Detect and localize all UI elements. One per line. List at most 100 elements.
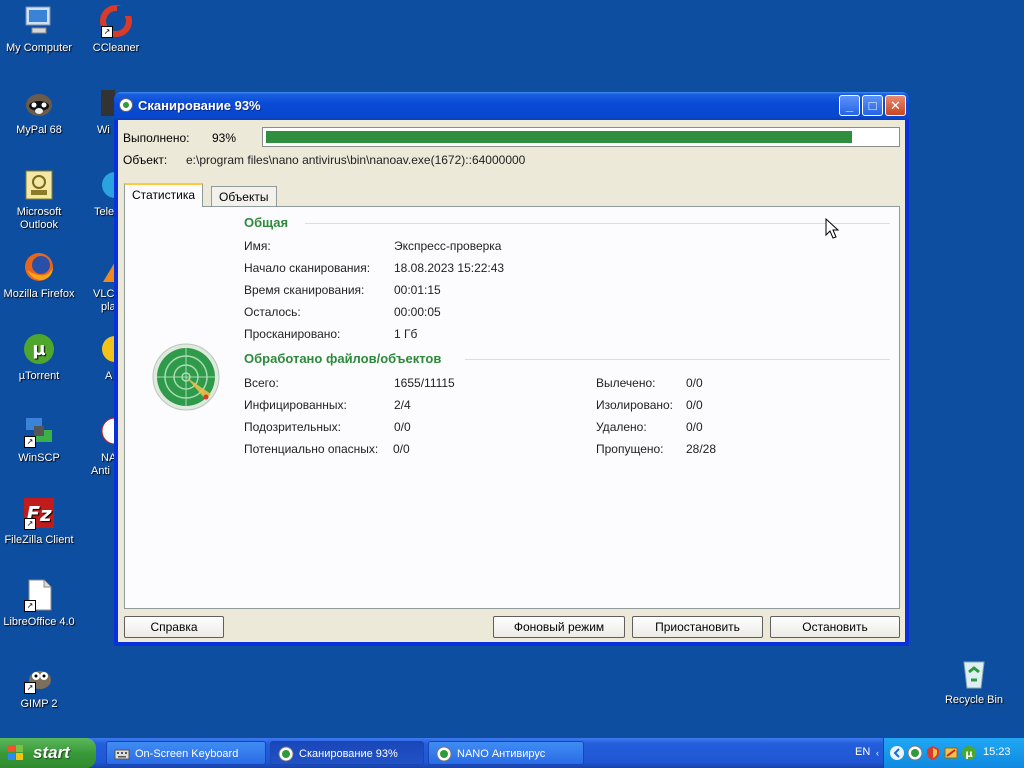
- recycle-bin-icon: [957, 656, 991, 690]
- processed-total-label: Всего:: [244, 376, 279, 390]
- section-divider: [465, 359, 890, 360]
- desktop-icon-partial-wi[interactable]: Wi: [89, 86, 115, 137]
- utorrent-icon: µ: [22, 332, 56, 366]
- taskbar: start On-Screen Keyboard Сканирование 93…: [0, 738, 1024, 768]
- desktop-icon-label: Wi: [97, 124, 110, 136]
- language-bar-arrow-icon[interactable]: ‹: [876, 748, 879, 758]
- tray-chevron-icon[interactable]: [889, 745, 905, 761]
- processed-suspicious-label: Подозрительных:: [244, 420, 341, 434]
- taskbar-item-label: On-Screen Keyboard: [135, 748, 239, 760]
- desktop-icon-ccleaner[interactable]: ↗ CCleaner: [77, 4, 155, 55]
- taskbar-item-nano[interactable]: NANO Антивирус: [428, 741, 584, 765]
- utorrent-tray-icon[interactable]: µ: [961, 745, 977, 761]
- desktop-icon-label: Anti: [91, 465, 110, 477]
- desktop-icon-utorrent[interactable]: µ µTorrent: [0, 332, 78, 383]
- tab-statistics[interactable]: Статистика: [124, 183, 204, 207]
- desktop-icon-partial-tele[interactable]: Tele: [89, 168, 115, 219]
- progress-label: Выполнено:: [123, 131, 190, 145]
- windows-logo-icon: [8, 745, 23, 760]
- progress-value: 93%: [212, 131, 237, 145]
- tab-objects[interactable]: Объекты: [211, 186, 277, 208]
- desktop-icon-filezilla[interactable]: Fz ↗ FileZilla Client: [0, 496, 78, 547]
- close-button[interactable]: ✕: [885, 95, 906, 116]
- desktop-icon-partial-a[interactable]: A: [89, 332, 115, 383]
- desktop-icon-outlook[interactable]: Microsoft Outlook: [0, 168, 78, 232]
- taskbar-item-osk[interactable]: On-Screen Keyboard: [106, 741, 266, 765]
- processed-potential-value: 0/0: [393, 442, 410, 456]
- desktop-icon-label: Tele: [94, 206, 115, 218]
- desktop-icon-partial-nano[interactable]: NA Anti: [89, 414, 115, 478]
- scan-window: Сканирование 93% _ □ ✕ Выполнено: 93% Об…: [114, 92, 909, 646]
- processed-infected-label: Инфицированных:: [244, 398, 347, 412]
- general-name-value: Экспресс-проверка: [394, 239, 502, 253]
- desktop-icon-winscp[interactable]: ↗ WinSCP: [0, 414, 78, 465]
- desktop-icon-mypal[interactable]: MyPal 68: [0, 86, 78, 137]
- pause-button[interactable]: Приостановить: [632, 616, 763, 638]
- start-button[interactable]: start: [0, 738, 96, 768]
- title-bar[interactable]: Сканирование 93% _ □ ✕: [114, 92, 909, 120]
- maximize-button[interactable]: □: [862, 95, 883, 116]
- desktop-icon-label: WinSCP: [18, 452, 60, 464]
- general-remaining-label: Осталось:: [244, 305, 301, 319]
- start-label: start: [33, 743, 70, 762]
- shortcut-arrow-icon: ↗: [24, 436, 36, 448]
- desktop-icon-label: pla: [101, 301, 115, 313]
- ccleaner-icon: ↗: [99, 4, 133, 38]
- processed-infected-value: 2/4: [394, 398, 411, 412]
- desktop-icon-label: CCleaner: [92, 42, 140, 54]
- help-button[interactable]: Справка: [124, 616, 224, 638]
- mouse-cursor-icon: [825, 218, 840, 239]
- taskbar-item-scan[interactable]: Сканирование 93%: [270, 741, 424, 765]
- section-general-heading: Общая: [244, 215, 289, 230]
- desktop-icon-libreoffice[interactable]: ↗ LibreOffice 4.0: [0, 578, 78, 629]
- app-icon: [99, 260, 115, 284]
- app-icon: [99, 414, 115, 448]
- desktop-icon-label: LibreOffice 4.0: [3, 616, 75, 628]
- desktop-icon-label: NA: [101, 452, 115, 464]
- general-elapsed-label: Время сканирования:: [244, 283, 365, 297]
- cleaner-tray-icon[interactable]: [943, 745, 959, 761]
- processed-skipped-label: Пропущено:: [596, 442, 664, 456]
- general-start-value: 18.08.2023 15:22:43: [394, 261, 505, 275]
- shortcut-arrow-icon: ↗: [101, 26, 113, 38]
- nano-antivirus-icon: [119, 98, 133, 112]
- processed-suspicious-value: 0/0: [394, 420, 411, 434]
- section-processed-heading: Обработано файлов/объектов: [244, 351, 442, 366]
- processed-total-value: 1655/11115: [394, 376, 455, 390]
- outlook-icon: [22, 168, 56, 202]
- desktop-icon-label: Mozilla Firefox: [3, 288, 75, 300]
- desktop-icon-my-computer[interactable]: My Computer: [0, 4, 78, 55]
- processed-cured-value: 0/0: [686, 376, 703, 390]
- svg-text:µ: µ: [32, 339, 45, 360]
- minimize-button[interactable]: _: [839, 95, 860, 116]
- nano-antivirus-icon: [278, 746, 294, 762]
- winscp-icon: ↗: [22, 414, 56, 448]
- background-mode-button[interactable]: Фоновый режим: [493, 616, 625, 638]
- raccoon-icon: [22, 86, 56, 120]
- security-shield-tray-icon[interactable]: [925, 745, 941, 761]
- scan-progress-bar: [262, 127, 900, 147]
- desktop-icon-firefox[interactable]: Mozilla Firefox: [0, 250, 78, 301]
- general-scanned-value: 1 Гб: [394, 327, 418, 341]
- processed-skipped-value: 28/28: [686, 442, 717, 456]
- desktop-icon-label: Microsoft Outlook: [16, 206, 62, 231]
- stop-button[interactable]: Остановить: [770, 616, 900, 638]
- desktop-icon-partial-vlc[interactable]: VLC pla: [89, 260, 115, 314]
- section-divider: [305, 223, 890, 224]
- desktop-icon-label: MyPal 68: [16, 124, 62, 136]
- desktop-icon-recycle-bin[interactable]: Recycle Bin: [935, 656, 1013, 707]
- language-indicator[interactable]: EN: [855, 746, 870, 758]
- processed-quarantined-value: 0/0: [686, 398, 703, 412]
- shortcut-arrow-icon: ↗: [24, 600, 36, 612]
- desktop-icon-label: A: [105, 370, 113, 382]
- taskbar-item-label: Сканирование 93%: [299, 748, 398, 760]
- object-path: e:\program files\nano antivirus\bin\nano…: [186, 153, 526, 167]
- window-client: Выполнено: 93% Объект: e:\program files\…: [118, 120, 905, 642]
- general-remaining-value: 00:00:05: [394, 305, 441, 319]
- taskbar-item-label: NANO Антивирус: [457, 748, 546, 760]
- nano-antivirus-icon: [436, 746, 452, 762]
- desktop-icon-gimp[interactable]: ↗ GIMP 2: [0, 660, 78, 711]
- processed-quarantined-label: Изолировано:: [596, 398, 674, 412]
- nano-antivirus-tray-icon[interactable]: [907, 745, 923, 761]
- window-title: Сканирование 93%: [138, 98, 261, 113]
